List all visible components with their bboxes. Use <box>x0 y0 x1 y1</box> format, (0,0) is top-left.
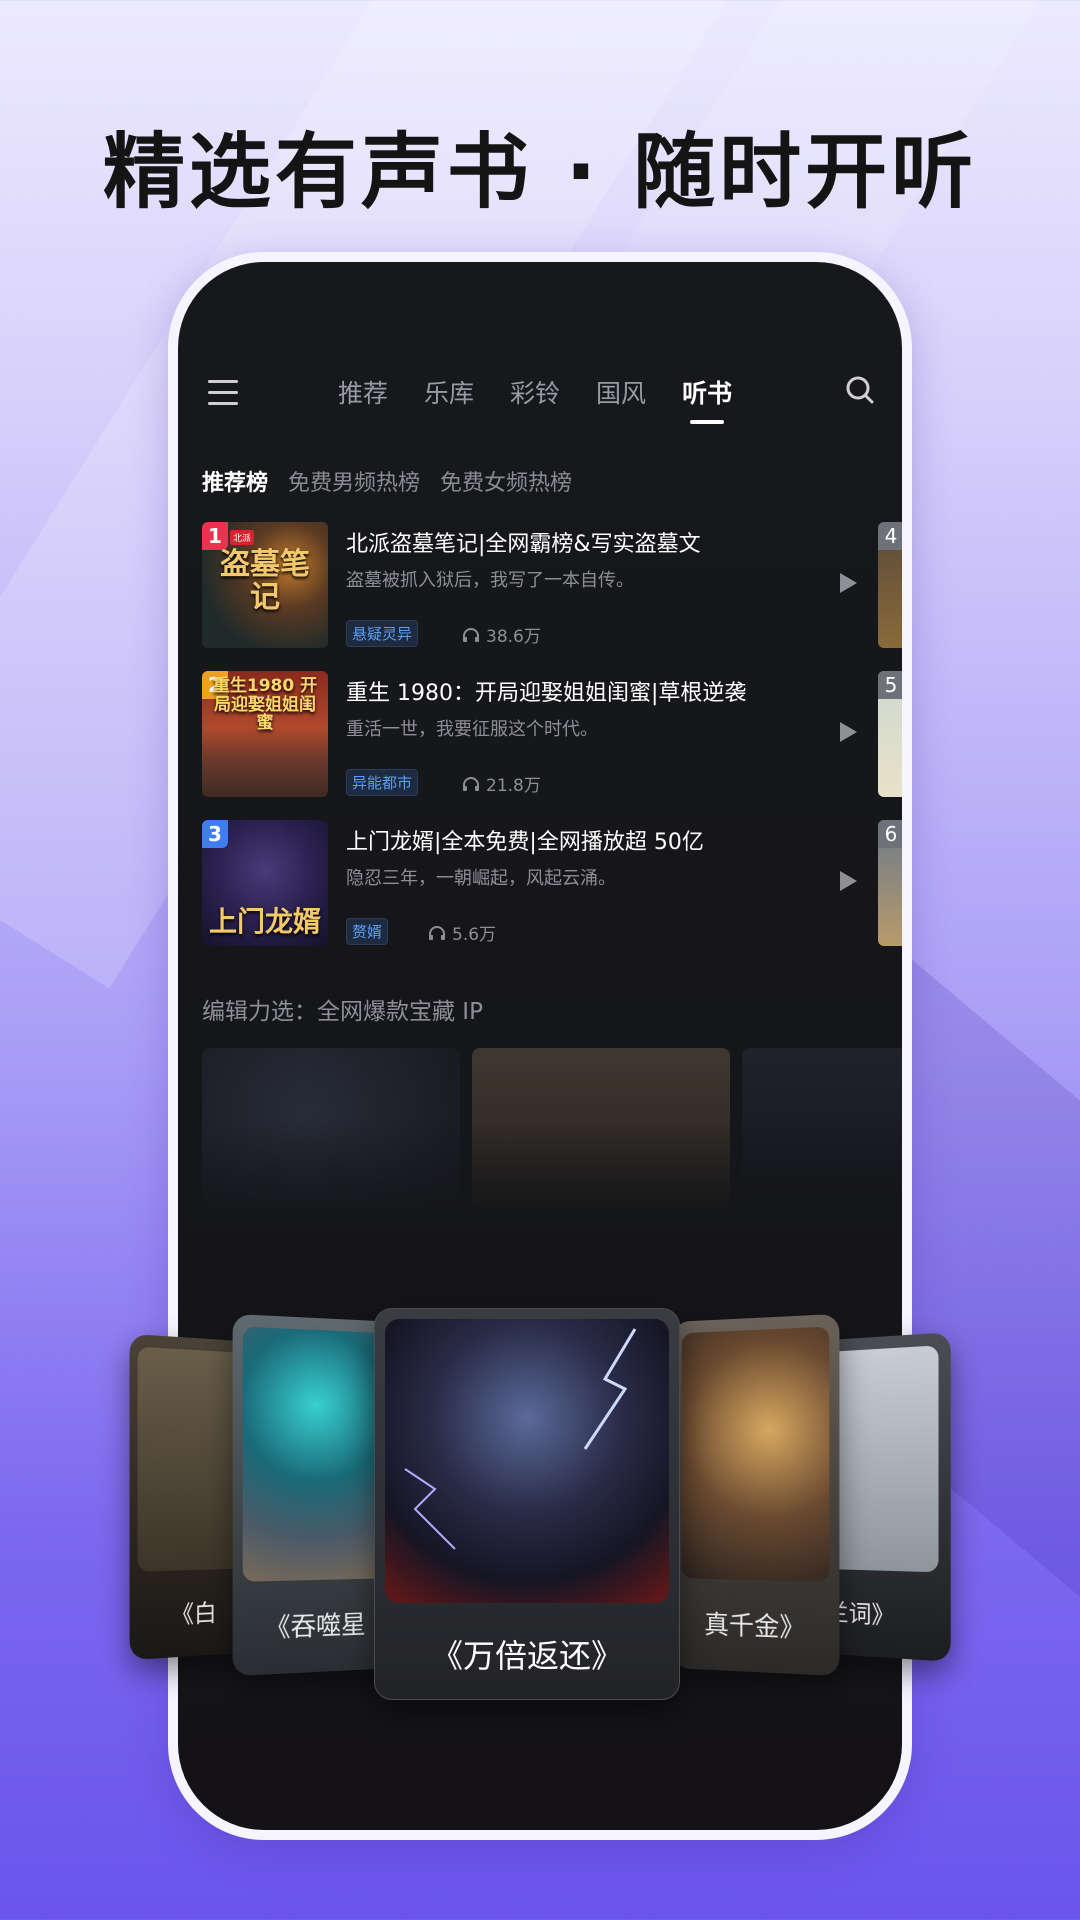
headphones-icon <box>463 776 479 791</box>
chart-row[interactable]: 2 重生1980 开局迎娶姐姐闺蜜 重生 1980：开局迎娶姐姐闺蜜|草根逆袭 … <box>202 671 902 797</box>
menu-icon[interactable] <box>208 380 238 406</box>
carousel-cover <box>137 1346 248 1572</box>
play-icon[interactable] <box>838 572 858 594</box>
chart-tabs: 推荐榜 免费男频热榜 免费女频热榜 <box>202 465 572 497</box>
carousel-title: 《吞噬星 <box>264 1610 366 1645</box>
carousel-cover <box>385 1319 669 1603</box>
rank-badge: 6 <box>878 820 902 848</box>
tab-ringtone[interactable]: 彩铃 <box>510 374 560 410</box>
search-icon[interactable] <box>846 376 874 404</box>
carousel-card-right[interactable]: 真千金》 <box>672 1313 840 1677</box>
play-icon[interactable] <box>838 721 858 743</box>
chart-row[interactable]: 1 北派 盗墓笔记 北派盗墓笔记|全网霸榜&写实盗墓文 盗墓被抓入狱后，我写了一… <box>202 522 902 648</box>
play-count: 21.8万 <box>462 771 541 796</box>
book-cover: 1 北派 盗墓笔记 <box>202 522 328 648</box>
headline: 精选有声书 · 随时开听 <box>102 125 978 220</box>
genre-tag: 异能都市 <box>346 769 419 796</box>
play-icon[interactable] <box>838 870 858 892</box>
book-title: 上门龙婿|全本免费|全网播放超 50亿 <box>346 830 704 855</box>
rank-badge: 1 <box>202 522 228 550</box>
headphones-icon <box>429 925 445 940</box>
tab-audiobook[interactable]: 听书 <box>682 374 732 410</box>
book-title: 北派盗墓笔记|全网霸榜&写实盗墓文 <box>346 532 701 557</box>
cover-title: 盗墓笔记 <box>220 547 310 615</box>
play-count-value: 21.8万 <box>486 776 541 796</box>
tab-music-library[interactable]: 乐库 <box>424 374 474 410</box>
cover-title: 重生1980 开局迎娶姐姐闺蜜 <box>212 676 318 734</box>
carousel-title: 《万倍返还》 <box>430 1637 623 1675</box>
play-count: 38.6万 <box>462 622 541 647</box>
cover-badge: 北派 <box>230 530 255 545</box>
play-count-value: 5.6万 <box>452 925 497 945</box>
chart-tab-male[interactable]: 免费男频热榜 <box>288 465 420 497</box>
headphones-icon <box>463 627 479 642</box>
genre-tag: 悬疑灵异 <box>346 620 419 647</box>
cover-title: 上门龙婿 <box>208 905 321 939</box>
book-cover: 2 重生1980 开局迎娶姐姐闺蜜 <box>202 671 328 797</box>
carousel-cover <box>681 1326 830 1582</box>
carousel-cover <box>242 1326 387 1582</box>
fade-overlay <box>178 1122 902 1222</box>
top-nav: 推荐 乐库 彩铃 国风 听书 <box>338 374 732 410</box>
rank-badge: 4 <box>878 522 902 550</box>
book-title: 重生 1980：开局迎娶姐姐闺蜜|草根逆袭 <box>346 681 747 706</box>
tab-guofeng[interactable]: 国风 <box>596 374 646 410</box>
book-desc: 盗墓被抓入狱后，我写了一本自传。 <box>346 570 634 591</box>
next-column-cover[interactable]: 4 <box>878 522 902 648</box>
play-count-value: 38.6万 <box>486 627 541 647</box>
next-column-cover[interactable]: 5 <box>878 671 902 797</box>
carousel-title: 真千金》 <box>704 1610 806 1645</box>
genre-tag: 赘婿 <box>346 918 389 945</box>
play-count: 5.6万 <box>428 920 496 945</box>
rank-badge: 5 <box>878 671 902 699</box>
book-desc: 重活一世，我要征服这个时代。 <box>346 719 598 740</box>
editor-picks-title: 编辑力选：全网爆款宝藏 IP <box>202 999 483 1025</box>
chart-tab-recommend[interactable]: 推荐榜 <box>202 465 268 497</box>
next-column-cover[interactable]: 6 <box>878 820 902 946</box>
chart-tab-female[interactable]: 免费女频热榜 <box>440 465 572 497</box>
carousel-card-left[interactable]: 《吞噬星 <box>232 1313 396 1677</box>
chart-row[interactable]: 3 上门龙婿 上门龙婿|全本免费|全网播放超 50亿 隐忍三年，一朝崛起，风起云… <box>202 820 902 946</box>
tab-recommend[interactable]: 推荐 <box>338 374 388 410</box>
book-desc: 隐忍三年，一朝崛起，风起云涌。 <box>346 868 616 889</box>
carousel-card-center[interactable]: 《万倍返还》 <box>374 1308 680 1700</box>
rank-badge: 3 <box>202 820 228 848</box>
book-cover: 3 上门龙婿 <box>202 820 328 946</box>
lightning-art <box>404 1328 637 1550</box>
